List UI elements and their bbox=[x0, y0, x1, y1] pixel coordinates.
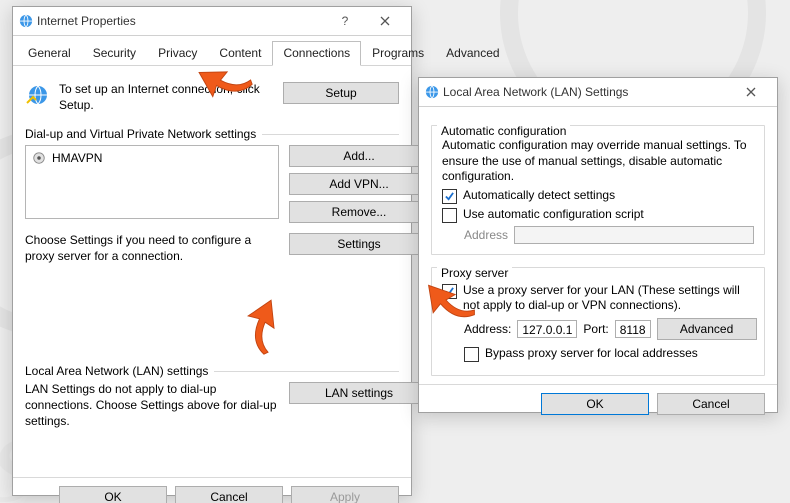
ok-button[interactable]: OK bbox=[541, 393, 649, 415]
tab-advanced[interactable]: Advanced bbox=[435, 41, 510, 66]
help-button[interactable]: ? bbox=[325, 8, 365, 34]
tab-connections[interactable]: Connections bbox=[272, 41, 361, 66]
proxy-port-label: Port: bbox=[583, 322, 608, 336]
add-button[interactable]: Add... bbox=[289, 145, 429, 167]
lan-note: LAN Settings do not apply to dial-up con… bbox=[25, 382, 279, 429]
proxy-port-input[interactable]: 8118 bbox=[615, 320, 651, 338]
tab-security[interactable]: Security bbox=[82, 41, 147, 66]
cancel-button[interactable]: Cancel bbox=[175, 486, 283, 503]
vpn-item[interactable]: HMAVPN bbox=[30, 150, 274, 166]
apply-button: Apply bbox=[291, 486, 399, 503]
vpn-listbox[interactable]: HMAVPN bbox=[25, 145, 279, 219]
checkbox-auto-detect-label: Automatically detect settings bbox=[463, 188, 615, 202]
setup-help-text: To set up an Internet connection, click … bbox=[59, 82, 275, 113]
tab-general[interactable]: General bbox=[17, 41, 82, 66]
checkbox-use-proxy-label: Use a proxy server for your LAN (These s… bbox=[463, 283, 754, 314]
checkbox-use-proxy[interactable]: Use a proxy server for your LAN (These s… bbox=[442, 283, 754, 314]
globe-icon bbox=[19, 14, 33, 28]
section-lan-label: Local Area Network (LAN) settings bbox=[25, 364, 399, 378]
settings-button[interactable]: Settings bbox=[289, 233, 429, 255]
globe-icon bbox=[425, 85, 439, 99]
checkbox-auto-detect[interactable]: Automatically detect settings bbox=[442, 188, 754, 204]
remove-button[interactable]: Remove... bbox=[289, 201, 429, 223]
connection-icon bbox=[32, 151, 46, 165]
tab-strip: General Security Privacy Content Connect… bbox=[13, 36, 411, 66]
close-button[interactable] bbox=[731, 79, 771, 105]
checkbox-auto-script-label: Use automatic configuration script bbox=[463, 207, 644, 221]
tab-programs[interactable]: Programs bbox=[361, 41, 435, 66]
titlebar-internet-properties: Internet Properties ? bbox=[13, 7, 411, 36]
checkbox-bypass-local[interactable]: Bypass proxy server for local addresses bbox=[464, 346, 754, 362]
ok-button[interactable]: OK bbox=[59, 486, 167, 503]
checkbox-bypass-local-label: Bypass proxy server for local addresses bbox=[485, 346, 698, 360]
add-vpn-button[interactable]: Add VPN... bbox=[289, 173, 429, 195]
window-title: Local Area Network (LAN) Settings bbox=[439, 85, 731, 99]
tab-privacy[interactable]: Privacy bbox=[147, 41, 208, 66]
proxy-address-label: Address: bbox=[464, 322, 511, 336]
section-dialup-label: Dial-up and Virtual Private Network sett… bbox=[25, 127, 399, 141]
window-title: Internet Properties bbox=[33, 14, 325, 28]
proxy-address-input[interactable]: 127.0.0.1 bbox=[517, 320, 577, 338]
tab-content[interactable]: Content bbox=[208, 41, 272, 66]
vpn-item-label: HMAVPN bbox=[52, 151, 102, 165]
section-auto-label: Automatic configuration bbox=[437, 124, 570, 138]
wizard-icon bbox=[25, 82, 51, 111]
address-label: Address bbox=[464, 228, 508, 242]
auto-config-address-input bbox=[514, 226, 754, 244]
lan-settings-button[interactable]: LAN settings bbox=[289, 382, 429, 404]
setup-button[interactable]: Setup bbox=[283, 82, 399, 104]
checkbox-auto-script[interactable]: Use automatic configuration script bbox=[442, 207, 754, 223]
auto-note: Automatic configuration may override man… bbox=[442, 138, 754, 185]
section-proxy-label: Proxy server bbox=[437, 266, 512, 280]
dialup-note: Choose Settings if you need to configure… bbox=[25, 233, 279, 264]
close-button[interactable] bbox=[365, 8, 405, 34]
titlebar-lan-settings: Local Area Network (LAN) Settings bbox=[419, 78, 777, 107]
cancel-button[interactable]: Cancel bbox=[657, 393, 765, 415]
advanced-button[interactable]: Advanced bbox=[657, 318, 757, 340]
